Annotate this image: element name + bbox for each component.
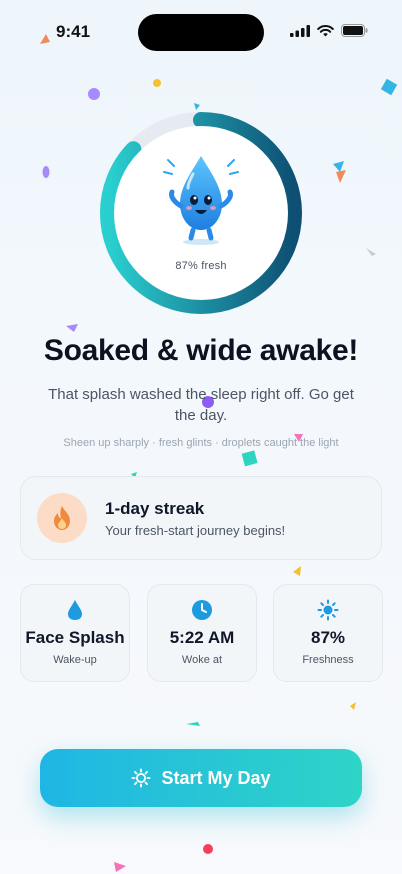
start-my-day-button[interactable]: Start My Day bbox=[40, 749, 362, 807]
stat-card-freshness: 87% Freshness bbox=[273, 584, 383, 682]
stat-label: Wake-up bbox=[53, 654, 97, 666]
water-drop-icon bbox=[68, 600, 82, 620]
system-icons bbox=[290, 24, 368, 37]
streak-subtitle: Your fresh-start journey begins! bbox=[105, 523, 286, 538]
streak-card: 1-day streak Your fresh-start journey be… bbox=[20, 476, 382, 560]
wifi-icon bbox=[317, 24, 334, 36]
sun-icon bbox=[131, 768, 152, 788]
battery-icon bbox=[341, 24, 368, 37]
water-drop-mascot bbox=[163, 156, 239, 245]
stat-label: Freshness bbox=[302, 654, 354, 666]
status-time: 9:41 bbox=[56, 22, 91, 41]
stat-value: 87% bbox=[310, 628, 346, 647]
page-title: Soaked & wide awake! bbox=[43, 334, 359, 367]
freshness-ring: 87% fresh bbox=[96, 108, 306, 318]
clock-icon bbox=[192, 600, 212, 620]
status-bar: 9:41 bbox=[0, 0, 402, 60]
flame-icon bbox=[54, 506, 70, 530]
subtitle: That splash washed the sleep right off. … bbox=[48, 386, 354, 424]
stat-value: Face Splash bbox=[25, 628, 125, 647]
streak-badge bbox=[37, 493, 87, 543]
sun-icon bbox=[317, 599, 339, 621]
freshness-label: 87% fresh bbox=[175, 260, 227, 272]
stat-label: Woke at bbox=[181, 654, 223, 666]
stat-card-routine: Face Splash Wake-up bbox=[20, 584, 130, 682]
start-my-day-label: Start My Day bbox=[161, 767, 271, 788]
stat-value: 5:22 AM bbox=[169, 628, 235, 647]
stat-card-wake-time: 5:22 AM Woke at bbox=[147, 584, 257, 682]
cellular-signal-icon bbox=[290, 24, 310, 37]
dynamic-island bbox=[138, 14, 264, 51]
streak-title: 1-day streak bbox=[105, 499, 205, 518]
tagline: Sheen up sharply · fresh glints · drople… bbox=[63, 437, 339, 449]
